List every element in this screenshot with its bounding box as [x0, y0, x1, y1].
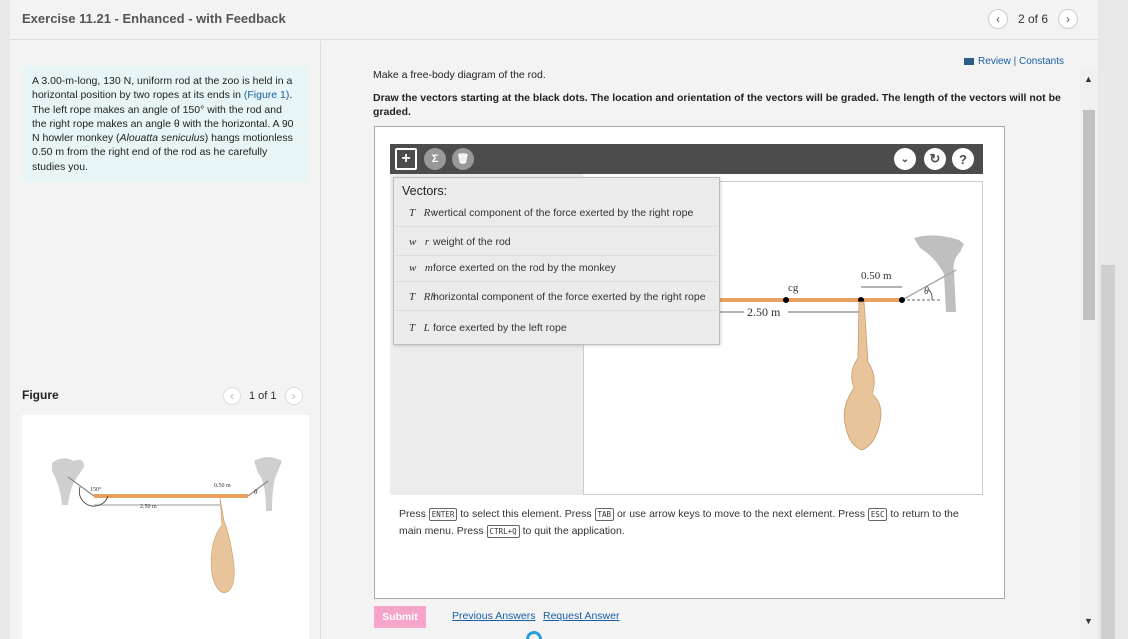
theta-arc — [928, 289, 933, 301]
review-constants-link[interactable]: Review | Constants — [964, 56, 1064, 67]
prev-figure-button[interactable]: ‹ — [223, 387, 241, 405]
chevron-down-icon: ⌄ — [900, 153, 910, 165]
kbd-enter: ENTER — [428, 508, 458, 521]
menu-item-wm[interactable]: w⃗m force exerted on the rod by the monk… — [395, 255, 718, 282]
exercise-pager: ‹ 2 of 6 › — [987, 9, 1078, 29]
sigma-icon: Σ — [431, 153, 439, 165]
right-end-dot[interactable] — [899, 297, 905, 303]
cg-label: cg — [788, 282, 799, 294]
previous-answers-link[interactable]: Previous Answers — [452, 610, 535, 622]
kbd-esc: ESC — [867, 508, 888, 521]
menu-item-label: weight of the rod — [433, 236, 511, 248]
theta-label: θ — [254, 488, 258, 496]
scroll-thumb[interactable] — [1083, 110, 1095, 320]
figure-position: 1 of 1 — [249, 390, 277, 402]
request-answer-link[interactable]: Request Answer — [543, 610, 619, 622]
add-vector-button[interactable]: + — [395, 148, 417, 170]
chevron-right-icon: › — [291, 389, 296, 403]
vector-symbol: T⃗Rv — [409, 207, 436, 219]
chevron-left-icon: ‹ — [230, 389, 234, 403]
tool-toolbar: + Σ 🗑 ⌄ ↻ ? — [390, 144, 983, 174]
figure-image: 150° 2.50 m 0.50 m θ — [22, 415, 309, 639]
angle-label: 150° — [90, 486, 102, 493]
canvas-offset-label: 0.50 m — [861, 270, 892, 282]
left-tree — [52, 458, 84, 505]
reset-icon: ↻ — [929, 151, 941, 166]
chevron-left-icon: ‹ — [995, 12, 1000, 26]
options-button[interactable]: ⌄ — [894, 148, 916, 170]
vector-symbol: w⃗r — [409, 236, 430, 248]
right-tree — [254, 457, 282, 511]
vector-symbol: w⃗m — [409, 262, 433, 274]
prev-exercise-button[interactable]: ‹ — [987, 9, 1008, 29]
menu-item-label: vertical component of the force exerted … — [433, 207, 694, 219]
page: Exercise 11.21 - Enhanced - with Feedbac… — [10, 0, 1098, 639]
next-exercise-button[interactable]: › — [1058, 9, 1078, 29]
cg-dot[interactable] — [783, 297, 789, 303]
offset-label: 0.50 m — [214, 483, 231, 489]
submit-button[interactable]: Submit — [374, 606, 426, 628]
kbd-tab: TAB — [594, 508, 615, 521]
monkey-drawing — [210, 497, 235, 594]
window-scroll-thumb[interactable] — [1101, 265, 1115, 639]
vector-symbol: T⃗L — [409, 321, 430, 334]
scroll-down-icon[interactable]: ▼ — [1084, 616, 1093, 626]
vector-symbol: T⃗Rh — [409, 291, 436, 303]
exercise-position: 2 of 6 — [1017, 12, 1048, 26]
canvas-tree — [914, 235, 964, 312]
figure-heading: Figure — [22, 388, 59, 402]
delete-button[interactable]: 🗑 — [452, 148, 474, 170]
vectors-menu-title: Vectors: — [402, 184, 448, 198]
left-column: A 3.00-m-long, 130 N, uniform rod at the… — [10, 41, 320, 639]
exercise-title: Exercise 11.21 - Enhanced - with Feedbac… — [22, 11, 286, 26]
question-prompt: Make a free-body diagram of the rod. — [373, 69, 546, 81]
reset-button[interactable]: ↻ — [924, 148, 946, 170]
menu-item-label: force exerted on the rod by the monkey — [433, 262, 616, 274]
top-bar: Exercise 11.21 - Enhanced - with Feedbac… — [10, 0, 1098, 40]
figure-link[interactable]: (Figure 1) — [244, 89, 290, 101]
menu-item-label: force exerted by the left rope — [433, 321, 567, 334]
sum-button[interactable]: Σ — [424, 148, 446, 170]
help-button[interactable]: ? — [952, 148, 974, 170]
help-icon: ? — [959, 151, 967, 167]
kbd-ctrl-q: CTRL+Q — [486, 525, 520, 538]
column-divider — [320, 41, 321, 639]
canvas-length-label: 2.50 m — [747, 305, 781, 319]
fbd-tool: + Σ 🗑 ⌄ ↻ ? θ cg 0.50 m 2.50 m Vectors: … — [374, 126, 1005, 599]
window-scrollbar[interactable] — [1098, 0, 1128, 639]
menu-item-label: horizontal component of the force exerte… — [433, 291, 706, 303]
main-panel: Review | Constants Make a free-body diag… — [330, 41, 1098, 639]
rod — [94, 494, 248, 498]
question-instructions: Draw the vectors starting at the black d… — [373, 92, 1061, 118]
content-scrollbar[interactable]: ▲ ▼ — [1080, 70, 1098, 639]
chevron-right-icon: › — [1066, 12, 1070, 26]
canvas-monkey — [843, 301, 882, 451]
menu-item-tl[interactable]: T⃗L force exerted by the left rope — [395, 314, 718, 341]
next-figure-button[interactable]: › — [284, 387, 303, 405]
keyboard-hint: Press ENTER to select this element. Pres… — [399, 508, 959, 538]
canvas-theta-label: θ — [924, 286, 929, 297]
menu-item-trv[interactable]: T⃗Rv vertical component of the force exe… — [395, 200, 718, 227]
scroll-up-icon[interactable]: ▲ — [1084, 74, 1093, 84]
menu-item-wr[interactable]: w⃗r weight of the rod — [395, 229, 718, 256]
length-label: 2.50 m — [140, 504, 157, 510]
problem-statement: A 3.00-m-long, 130 N, uniform rod at the… — [22, 66, 309, 182]
figure-drawing: 150° 2.50 m 0.50 m θ — [52, 457, 282, 594]
figure-pager: ‹ 1 of 1 › — [223, 387, 303, 405]
trash-icon: 🗑 — [456, 153, 470, 165]
menu-item-trh[interactable]: T⃗Rh horizontal component of the force e… — [395, 284, 718, 311]
plus-icon: + — [401, 150, 411, 167]
vectors-menu: Vectors: T⃗Rv vertical component of the … — [393, 177, 720, 345]
book-icon — [964, 58, 975, 65]
